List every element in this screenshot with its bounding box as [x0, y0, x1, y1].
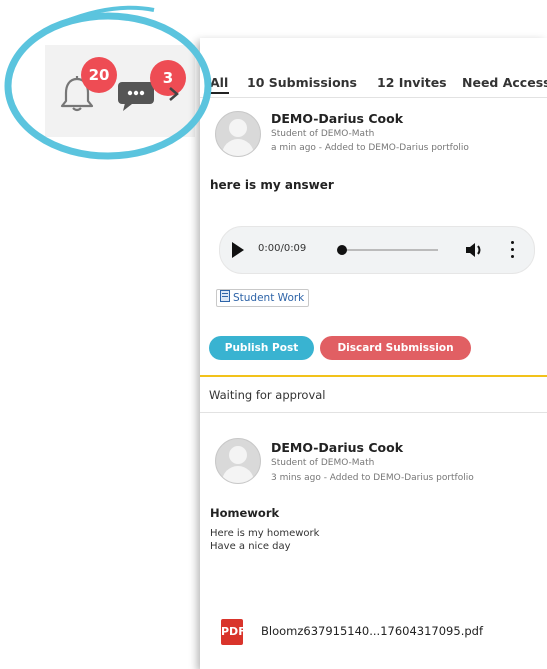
more-options-icon[interactable] — [510, 241, 516, 261]
audio-progress-track[interactable] — [340, 249, 438, 251]
post-author[interactable]: DEMO-Darius Cook — [271, 111, 403, 126]
document-icon — [220, 290, 230, 302]
tab-bar: All 10 Submissions 12 Invites Need Acces… — [200, 71, 547, 94]
post-meta: a min ago - Added to DEMO-Darius portfol… — [271, 143, 469, 153]
notification-count-badge[interactable]: 20 — [81, 57, 117, 93]
play-icon[interactable] — [232, 242, 244, 258]
audio-time: 0:00/0:09 — [258, 243, 307, 254]
post-author[interactable]: DEMO-Darius Cook — [271, 440, 403, 455]
volume-icon[interactable] — [464, 240, 486, 260]
post-divider — [200, 97, 547, 98]
post-author-role: Student of DEMO-Math — [271, 129, 375, 139]
audio-progress-handle[interactable] — [337, 245, 347, 255]
tab-invites[interactable]: 12 Invites — [377, 75, 447, 90]
tag-label: Student Work — [233, 292, 305, 304]
tab-need-access[interactable]: Need Access — [462, 75, 547, 90]
post-body-line: Have a nice day — [210, 541, 291, 552]
avatar[interactable] — [215, 438, 261, 484]
tab-all[interactable]: All — [210, 75, 228, 90]
publish-post-button[interactable]: Publish Post — [209, 336, 314, 360]
approval-status: Waiting for approval — [209, 388, 326, 402]
post-author-role: Student of DEMO-Math — [271, 458, 375, 468]
active-tab-indicator — [207, 92, 229, 94]
post-text: here is my answer — [210, 178, 334, 192]
pdf-attachment[interactable]: PDF Bloomz637915140...17604317095.pdf — [221, 617, 531, 647]
approval-divider — [200, 375, 547, 377]
audio-player: 0:00/0:09 — [219, 226, 535, 274]
attachment-filename[interactable]: Bloomz637915140...17604317095.pdf — [261, 624, 483, 638]
student-work-tag[interactable]: Student Work — [216, 289, 310, 307]
pdf-icon: PDF — [221, 619, 246, 645]
post-meta: 3 mins ago - Added to DEMO-Darius portfo… — [271, 473, 474, 483]
post-divider — [200, 412, 547, 413]
chevron-right-icon[interactable] — [168, 86, 180, 102]
avatar[interactable] — [215, 111, 261, 157]
post-title: Homework — [210, 506, 280, 520]
post-body-line: Here is my homework — [210, 528, 320, 539]
notification-panel: All 10 Submissions 12 Invites Need Acces… — [200, 38, 547, 669]
discard-submission-button[interactable]: Discard Submission — [320, 336, 471, 360]
tab-submissions[interactable]: 10 Submissions — [247, 75, 357, 90]
